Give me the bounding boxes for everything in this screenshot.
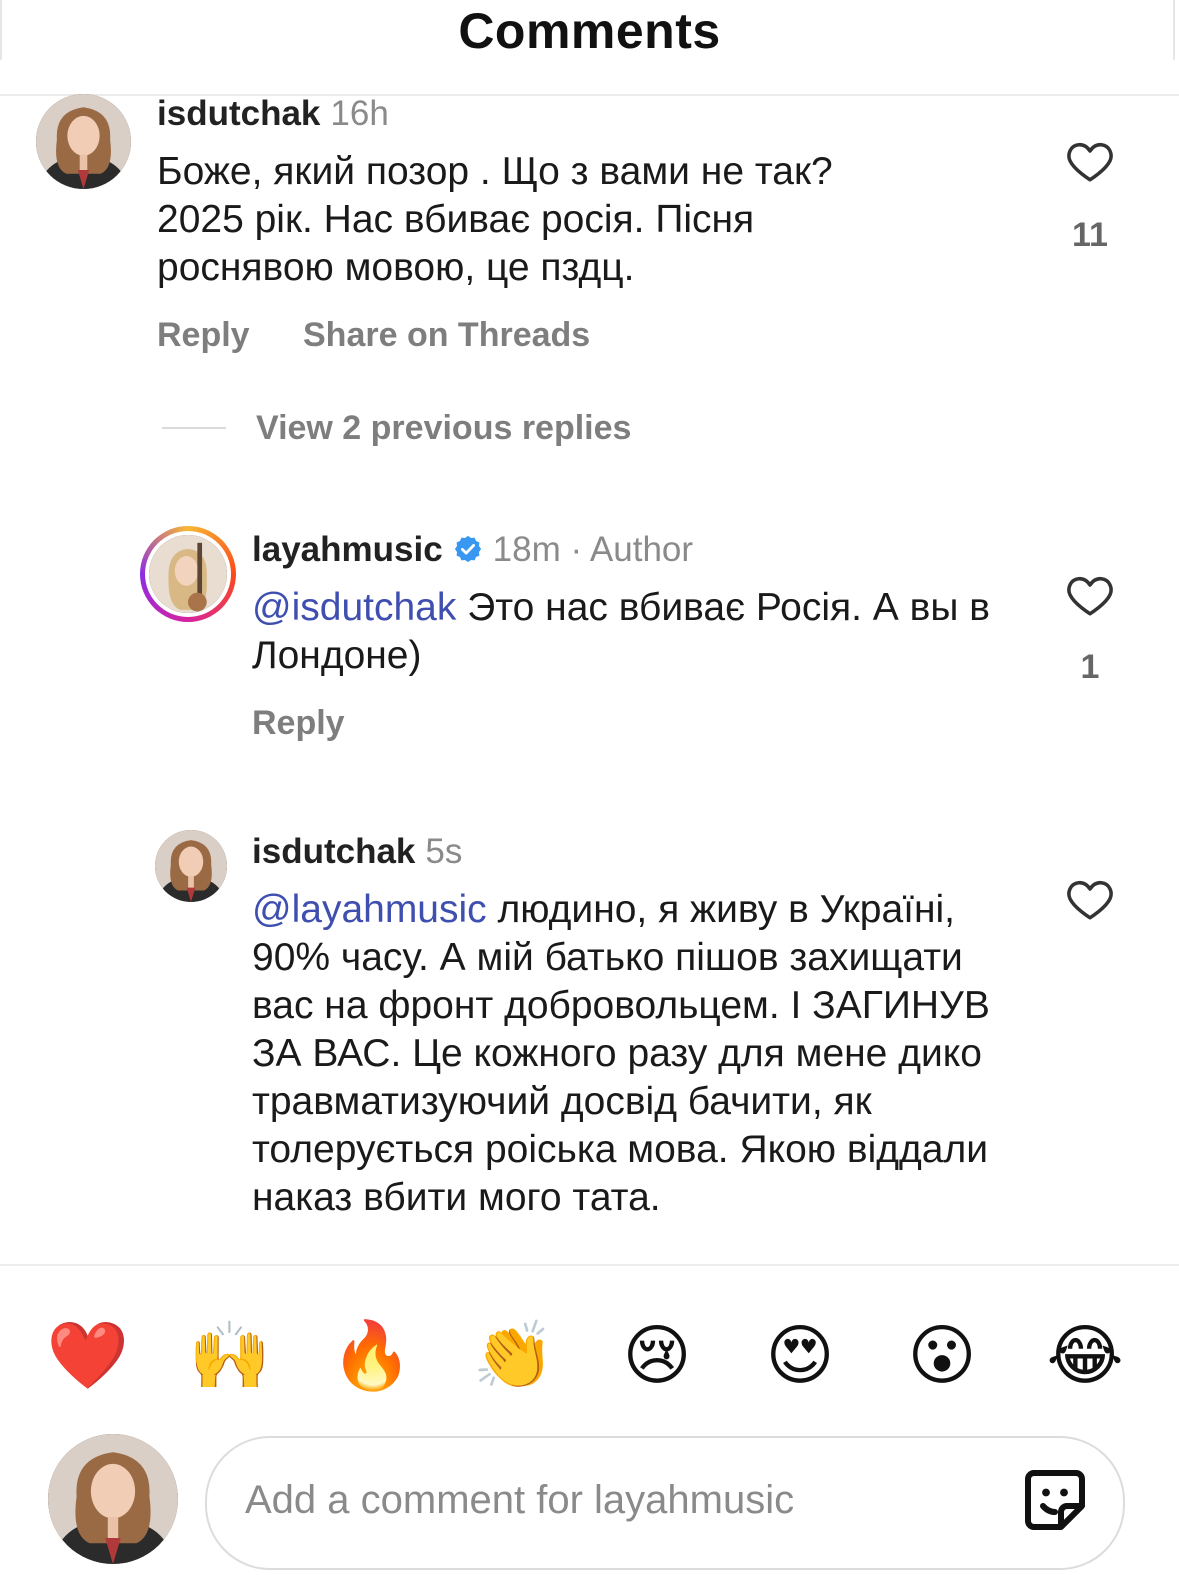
avatar-isdutchak[interactable] xyxy=(155,830,227,902)
share-on-threads-button[interactable]: Share on Threads xyxy=(303,316,590,355)
comment-meta: isdutchak 16h xyxy=(157,94,389,134)
page-title: Comments xyxy=(458,3,721,59)
replies-divider xyxy=(162,427,226,429)
avatar-photo xyxy=(155,830,227,902)
mention-link[interactable]: @layahmusic xyxy=(252,888,487,931)
mention-link[interactable]: @isdutchak xyxy=(252,586,456,629)
comment-body: людино, я живу в Україні, 90% часу. А мі… xyxy=(252,888,990,1219)
comment-text: @isdutchak Это нас вбиває Росія. А вы в … xyxy=(252,584,992,680)
heart-outline-icon[interactable] xyxy=(1065,136,1115,186)
comment-username[interactable]: layahmusic xyxy=(252,530,443,569)
like-count: 11 xyxy=(1072,216,1108,254)
comment-time: 5s xyxy=(425,832,463,871)
comment-time: 16h xyxy=(330,94,389,133)
comment-meta: isdutchak 5s xyxy=(252,832,462,872)
quick-reactions-bar: ❤️ 🙌 🔥 👏 😢 😍 😮 😂 xyxy=(0,1264,1179,1416)
sticker-icon[interactable] xyxy=(1019,1464,1091,1536)
reaction-laughing[interactable]: 😂 xyxy=(1043,1314,1127,1398)
author-tag: · Author xyxy=(570,530,694,569)
verified-badge-icon xyxy=(454,535,481,563)
comment-text: @layahmusic людино, я живу в Україні, 90… xyxy=(252,886,992,1222)
comment-username[interactable]: isdutchak xyxy=(157,94,320,133)
heart-outline-icon[interactable] xyxy=(1065,874,1115,924)
reply-button[interactable]: Reply xyxy=(252,704,345,743)
avatar-layahmusic[interactable] xyxy=(149,535,227,613)
comment-composer: Add a comment for layahmusic xyxy=(0,1414,1179,1575)
comment-username[interactable]: isdutchak xyxy=(252,832,415,871)
reaction-fire[interactable]: 🔥 xyxy=(330,1314,414,1398)
comments-header: Comments xyxy=(0,0,1179,96)
like-count: 1 xyxy=(1080,648,1100,686)
reaction-heart-eyes[interactable]: 😍 xyxy=(758,1314,842,1398)
comment-input[interactable]: Add a comment for layahmusic xyxy=(205,1436,1125,1570)
comment-input-placeholder: Add a comment for layahmusic xyxy=(245,1478,795,1522)
avatar-photo xyxy=(48,1434,178,1564)
comment-list[interactable]: isdutchak 16h Боже, який позор . Що з вам… xyxy=(0,94,1179,1264)
comment-meta: layahmusic 18m · Author xyxy=(252,530,693,570)
reaction-raising-hands[interactable]: 🙌 xyxy=(188,1314,272,1398)
comment-text: Боже, який позор . Що з вами не так? 202… xyxy=(157,150,833,289)
comment-time: 18m xyxy=(492,530,561,569)
reaction-crying[interactable]: 😢 xyxy=(615,1314,699,1398)
heart-outline-icon[interactable] xyxy=(1065,570,1115,620)
avatar-photo xyxy=(36,94,131,189)
avatar-photo xyxy=(149,535,227,613)
reaction-surprised[interactable]: 😮 xyxy=(900,1314,984,1398)
sheet-edge-right xyxy=(1173,0,1175,60)
current-user-avatar[interactable] xyxy=(48,1434,178,1564)
reaction-heart[interactable]: ❤️ xyxy=(46,1314,130,1398)
reply-button[interactable]: Reply xyxy=(157,316,250,355)
avatar-isdutchak[interactable] xyxy=(36,94,131,189)
view-previous-replies-button[interactable]: View 2 previous replies xyxy=(256,409,631,448)
reaction-clapping[interactable]: 👏 xyxy=(472,1314,556,1398)
